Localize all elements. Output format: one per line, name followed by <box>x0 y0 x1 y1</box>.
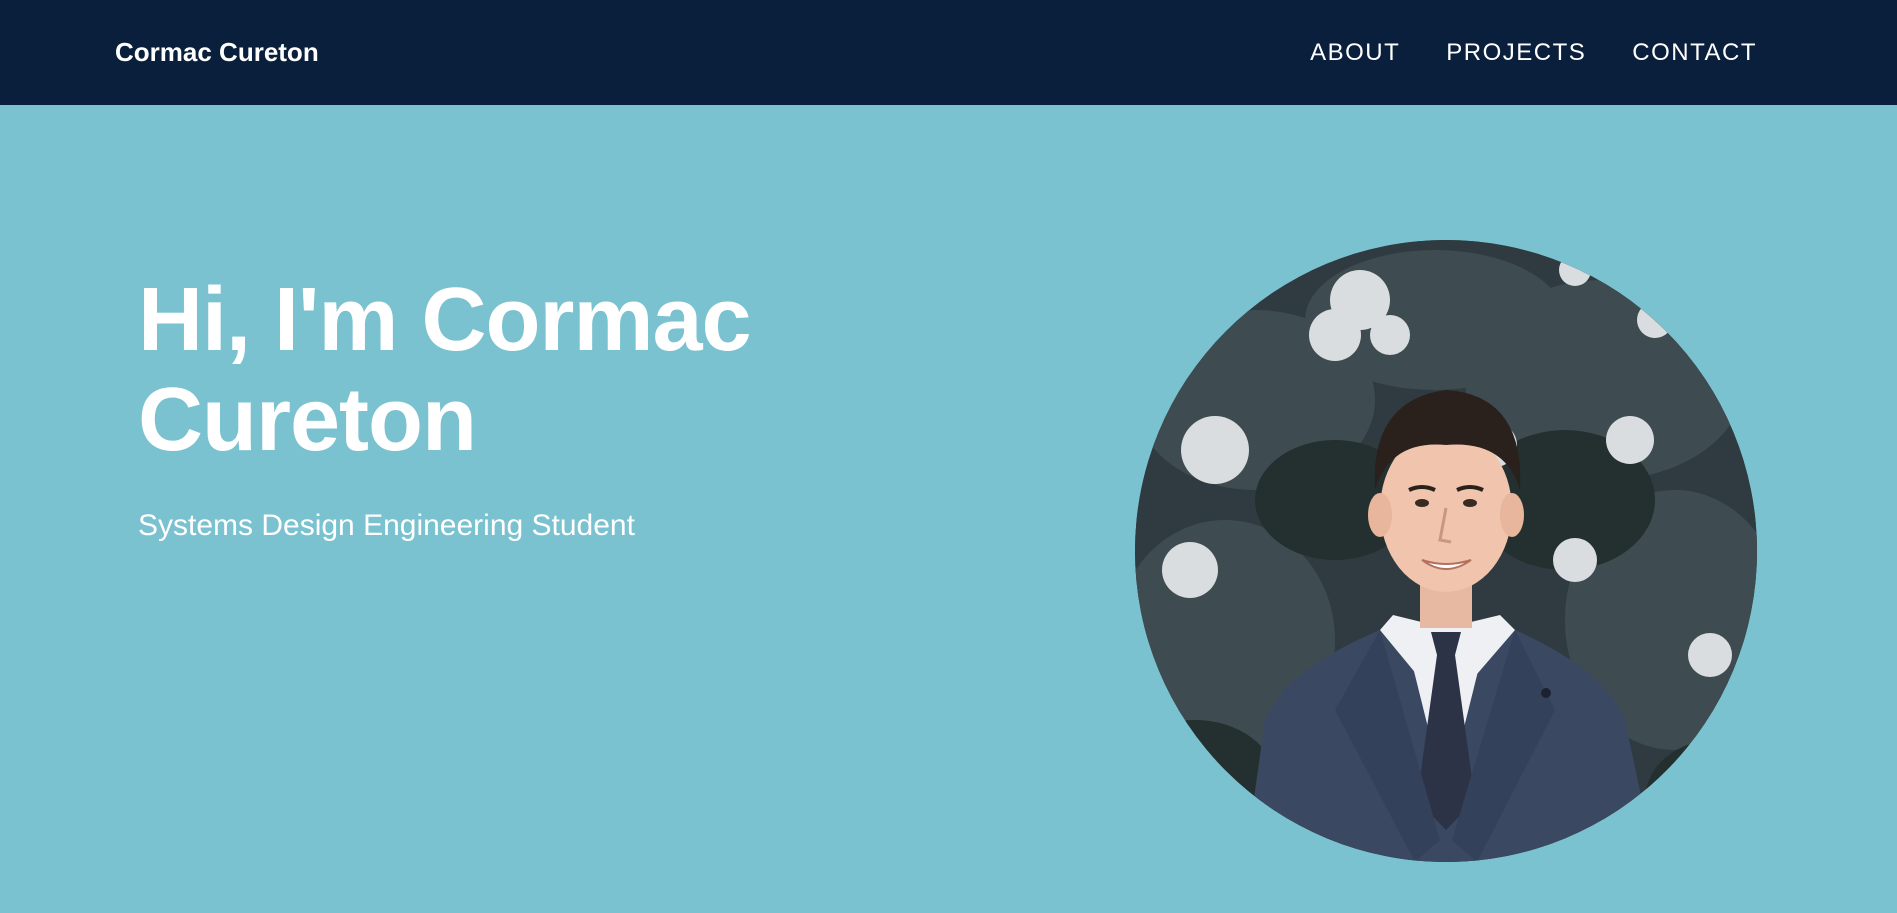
hero-section: Hi, I'm Cormac Cureton Systems Design En… <box>138 270 838 544</box>
brand-logo-link[interactable]: Cormac Cureton <box>115 37 319 67</box>
nav-links: ABOUT PROJECTS CONTACT <box>1310 38 1757 68</box>
nav-link-projects[interactable]: PROJECTS <box>1446 38 1586 68</box>
profile-photo-illustration <box>1135 240 1757 862</box>
top-navbar: Cormac Cureton ABOUT PROJECTS CONTACT <box>0 0 1897 105</box>
hero-title-line1: Hi, I'm Cormac <box>138 270 752 370</box>
hero-title: Hi, I'm Cormac Cureton <box>138 270 838 470</box>
hero-title-line2: Cureton <box>138 370 477 470</box>
profile-photo <box>1135 240 1757 862</box>
hero-subtitle: Systems Design Engineering Student <box>138 509 635 542</box>
nav-link-about[interactable]: ABOUT <box>1310 38 1400 68</box>
nav-link-contact[interactable]: CONTACT <box>1632 38 1757 68</box>
